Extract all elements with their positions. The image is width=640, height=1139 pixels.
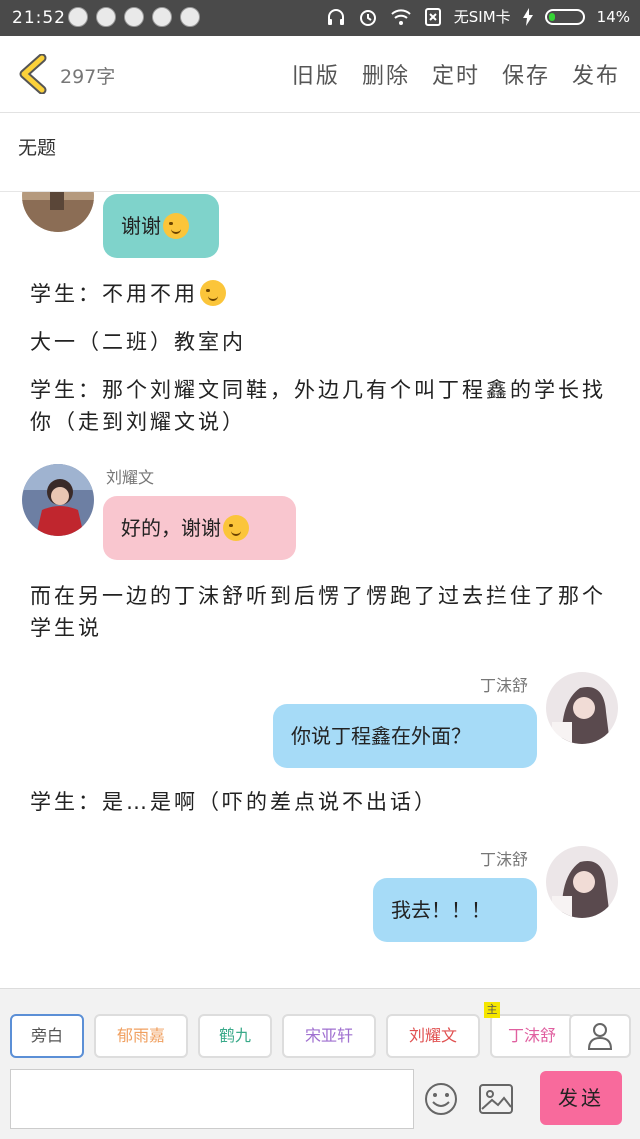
narration-line: 学生：那个刘耀文同鞋，外边几有个叫丁程鑫的学长找你（走到刘耀文说） [30, 378, 606, 434]
role-chip[interactable]: 鹤九 [198, 1014, 272, 1058]
avatar[interactable] [546, 672, 618, 744]
role-chip[interactable]: 郁雨嘉 [94, 1014, 188, 1058]
no-sim-icon [424, 7, 441, 26]
emoji-picker-icon[interactable] [423, 1081, 459, 1117]
role-label: 宋亚轩 [304, 1026, 353, 1045]
schedule-button[interactable]: 定时 [432, 58, 480, 90]
notification-app-icon [180, 7, 200, 27]
status-right: 无SIM卡 14% [326, 6, 630, 27]
back-chevron-icon[interactable] [14, 54, 54, 94]
smile-emoji-icon [200, 280, 226, 306]
avatar[interactable] [22, 464, 94, 536]
narration-text[interactable]: 而在另一边的丁沫舒听到后愣了愣跑了过去拦住了那个学生说 [30, 580, 620, 644]
role-chip-narrator[interactable]: 旁白 [10, 1014, 84, 1058]
smile-emoji-icon [163, 212, 189, 239]
narration-line: 而在另一边的丁沫舒听到后愣了愣跑了过去拦住了那个学生说 [30, 584, 606, 640]
editor-toolbar: 297字 旧版 删除 定时 保存 发布 [0, 36, 640, 113]
role-label: 郁雨嘉 [116, 1026, 165, 1045]
role-label: 鹤九 [218, 1026, 251, 1045]
notification-app-icon [68, 7, 88, 27]
narration-line: 学生：不用不用 [30, 282, 198, 306]
publish-button[interactable]: 发布 [572, 58, 620, 90]
save-button[interactable]: 保存 [502, 58, 550, 90]
role-chip[interactable]: 主 丁沫舒 [484, 1002, 574, 1058]
smile-emoji-icon [223, 514, 249, 541]
narration-text[interactable]: 学生：是…是啊（吓的差点说不出话） [30, 786, 438, 818]
toolbar-actions: 旧版 删除 定时 保存 发布 [292, 58, 620, 90]
role-chip[interactable]: 宋亚轩 [282, 1014, 376, 1058]
notification-icons [68, 7, 200, 27]
notification-app-icon [152, 7, 172, 27]
narration-text[interactable]: 学生：那个刘耀文同鞋，外边几有个叫丁程鑫的学长找你（走到刘耀文说） [30, 374, 615, 438]
battery-percent: 14% [596, 7, 630, 26]
avatar[interactable] [22, 192, 94, 232]
bubble-text: 好的，谢谢 [121, 516, 221, 540]
main-role-badge: 主 [484, 1002, 500, 1018]
message-input[interactable] [10, 1069, 414, 1129]
speaker-name: 丁沫舒 [480, 676, 529, 695]
wifi-icon [391, 8, 411, 25]
notification-app-icon [96, 7, 116, 27]
status-time: 21:52 [12, 8, 66, 28]
old-version-button[interactable]: 旧版 [292, 58, 340, 90]
composer-panel: 旁白 郁雨嘉 鹤九 宋亚轩 刘耀文 主 丁沫舒 发送 [0, 988, 640, 1139]
send-button[interactable]: 发送 [540, 1071, 622, 1125]
notification-app-icon [124, 7, 144, 27]
sim-status: 无SIM卡 [453, 8, 511, 26]
narration-text[interactable]: 学生：不用不用 [30, 278, 226, 310]
narration-line: 大一（二班）教室内 [30, 330, 246, 354]
bubble-text: 你说丁程鑫在外面？ [291, 724, 471, 748]
charging-icon [522, 7, 533, 26]
role-label: 刘耀文 [408, 1026, 457, 1045]
status-bar: 21:52 无SIM卡 14% [0, 0, 640, 36]
battery-icon [544, 8, 585, 25]
story-title-row[interactable]: 无题 [0, 113, 640, 192]
bubble-text: 谢谢 [121, 214, 161, 238]
headphones-icon [327, 8, 344, 25]
image-picker-icon[interactable] [478, 1083, 514, 1115]
role-chip[interactable]: 刘耀文 [386, 1014, 480, 1058]
chat-bubble[interactable]: 我去！！！ [373, 878, 537, 942]
alarm-icon [359, 9, 376, 26]
word-count: 297字 [60, 66, 116, 88]
chat-bubble[interactable]: 你说丁程鑫在外面？ [273, 704, 537, 768]
person-icon [587, 1023, 613, 1050]
narration-text[interactable]: 大一（二班）教室内 [30, 326, 246, 358]
role-label: 旁白 [30, 1026, 63, 1045]
story-content[interactable]: 谢谢 学生：不用不用 大一（二班）教室内 学生：那个刘耀文同鞋，外边几有个叫丁程… [0, 192, 640, 987]
avatar[interactable] [546, 846, 618, 918]
narration-line: 学生：是…是啊（吓的差点说不出话） [30, 790, 438, 814]
delete-button[interactable]: 删除 [362, 58, 410, 90]
story-title: 无题 [18, 137, 57, 159]
role-label: 丁沫舒 [507, 1026, 556, 1045]
speaker-name: 丁沫舒 [480, 850, 529, 869]
bubble-text: 我去！！！ [391, 898, 491, 922]
add-role-button[interactable] [569, 1014, 631, 1058]
chat-bubble[interactable]: 谢谢 [103, 194, 219, 258]
chat-bubble[interactable]: 好的，谢谢 [103, 496, 296, 560]
speaker-name: 刘耀文 [106, 468, 155, 487]
